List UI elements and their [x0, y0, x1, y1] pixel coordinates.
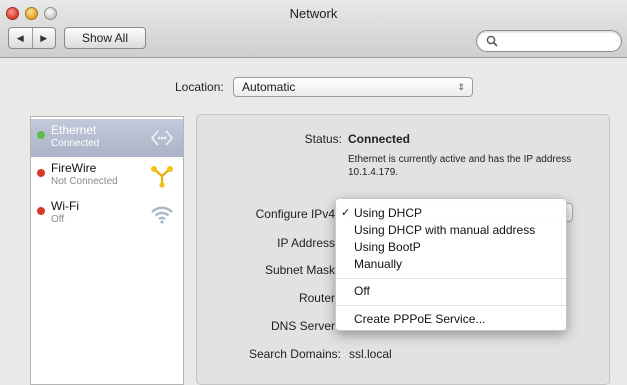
forward-arrow-icon: ▶: [40, 32, 48, 43]
service-name: Wi-Fi: [51, 199, 79, 213]
window-title: Network: [289, 6, 338, 21]
menu-separator: [336, 278, 566, 279]
search-domains-label: Search Domains:: [248, 347, 341, 361]
menu-item-create-pppoe[interactable]: Create PPPoE Service...: [354, 312, 485, 326]
back-arrow-icon: ◀: [16, 32, 24, 43]
status-label: Status:: [304, 132, 342, 146]
status-dot-icon: [37, 131, 45, 139]
status-dot-icon: [37, 207, 45, 215]
menu-item-dhcp-manual[interactable]: Using DHCP with manual address: [354, 223, 535, 237]
menu-item-manually[interactable]: Manually: [354, 257, 402, 271]
menu-item-using-dhcp[interactable]: Using DHCP: [354, 206, 422, 220]
configure-ipv4-label: Configure IPv4: [255, 207, 335, 221]
forward-button[interactable]: ▶: [31, 28, 56, 48]
checkmark-icon: ✓: [341, 207, 351, 219]
location-label: Location:: [175, 80, 224, 94]
ip-address-label: IP Address: [277, 236, 335, 250]
service-item-wifi[interactable]: Wi-Fi Off: [31, 195, 183, 233]
wifi-icon: [149, 201, 175, 227]
search-domains-value: ssl.local: [349, 347, 392, 361]
router-label: Router: [298, 291, 335, 305]
menu-separator: [336, 305, 566, 306]
location-select[interactable]: Automatic ⇕: [233, 77, 473, 97]
ethernet-icon: [149, 125, 175, 151]
search-icon: [486, 35, 498, 50]
menu-item-off[interactable]: Off: [354, 284, 370, 298]
search-field[interactable]: [476, 30, 622, 52]
updown-arrows-icon: ⇕: [457, 82, 465, 92]
network-preferences-window: Network ◀ ▶ Show All Location: Automatic…: [0, 0, 627, 385]
show-all-button[interactable]: Show All: [64, 27, 146, 49]
status-description: Ethernet is currently active and has the…: [348, 154, 572, 178]
back-button[interactable]: ◀: [9, 28, 32, 48]
configure-ipv4-menu: ✓ Using DHCP Using DHCP with manual addr…: [335, 198, 567, 331]
service-item-firewire[interactable]: FireWire Not Connected: [31, 157, 183, 195]
service-status: Connected: [51, 138, 100, 149]
status-dot-icon: [37, 169, 45, 177]
dns-server-label: DNS Server: [270, 319, 335, 333]
location-value: Automatic: [242, 80, 296, 94]
firewire-icon: [149, 163, 175, 189]
subnet-mask-label: Subnet Mask: [264, 263, 335, 277]
menu-item-bootp[interactable]: Using BootP: [354, 240, 421, 254]
service-name: FireWire: [51, 161, 97, 175]
service-item-ethernet[interactable]: Ethernet Connected: [31, 119, 183, 157]
service-status: Not Connected: [51, 176, 118, 187]
nav-buttons: ◀ ▶: [8, 27, 56, 49]
service-name: Ethernet: [51, 123, 97, 137]
service-status: Off: [51, 214, 65, 225]
service-list: Ethernet Connected FireWire Not Connecte…: [30, 116, 184, 385]
status-value: Connected: [348, 132, 411, 146]
title-toolbar: Network ◀ ▶ Show All: [0, 0, 627, 58]
